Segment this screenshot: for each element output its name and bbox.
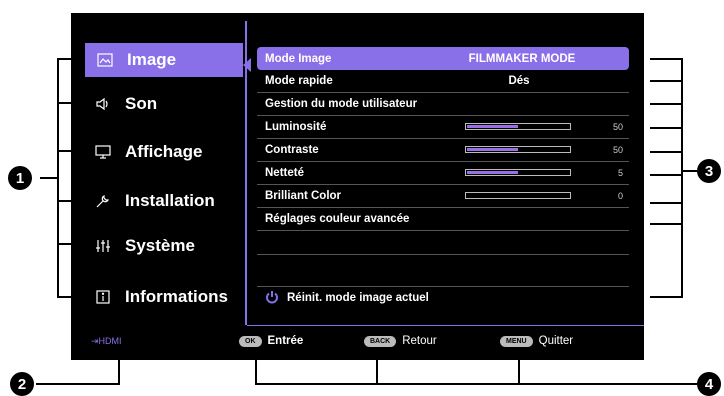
menu-row-luminosite[interactable]: Luminosité 50 bbox=[257, 116, 629, 139]
callout-tick bbox=[650, 58, 681, 60]
row-value: FILMMAKER MODE bbox=[468, 52, 576, 65]
menu-row-contraste[interactable]: Contraste 50 bbox=[257, 139, 629, 162]
row-label: Netteté bbox=[265, 167, 304, 179]
sidebar-item-label: Image bbox=[127, 50, 177, 69]
sidebar-item-label: Son bbox=[125, 94, 158, 113]
sidebar-item-son[interactable]: Son bbox=[83, 87, 245, 121]
sidebar-item-label: Système bbox=[125, 236, 195, 255]
menu-row-reglages-couleur-avancee[interactable]: Réglages couleur avancée bbox=[257, 208, 629, 231]
callout-tick bbox=[650, 80, 681, 82]
level-fill bbox=[467, 148, 518, 151]
image-icon bbox=[93, 53, 117, 67]
footer-divider bbox=[247, 325, 644, 326]
level-bar[interactable] bbox=[465, 146, 571, 153]
level-bar[interactable] bbox=[465, 192, 571, 199]
callout-3: 3 bbox=[697, 159, 721, 183]
menu-row-mode-image[interactable]: Mode Image FILMMAKER MODE bbox=[257, 47, 629, 70]
level-bar[interactable] bbox=[465, 123, 571, 130]
menu-row-nettete[interactable]: Netteté 5 bbox=[257, 162, 629, 185]
row-label: Mode Image bbox=[265, 52, 332, 65]
speaker-icon bbox=[91, 97, 115, 111]
callout-4: 4 bbox=[697, 372, 721, 396]
ok-key-icon: OK bbox=[239, 335, 262, 347]
sidebar-item-label: Affichage bbox=[125, 142, 203, 161]
sliders-icon bbox=[91, 239, 115, 253]
callout-tick bbox=[57, 243, 84, 245]
sidebar-item-image[interactable]: Image bbox=[85, 43, 243, 77]
callout-tick bbox=[57, 296, 84, 298]
menu-row-empty bbox=[257, 255, 629, 287]
row-label: Contraste bbox=[265, 144, 319, 156]
footer-back[interactable]: BACK Retour bbox=[364, 332, 437, 350]
sidebar-item-label: Installation bbox=[125, 191, 215, 210]
row-label: Réglages couleur avancée bbox=[265, 213, 410, 225]
sidebar-item-affichage[interactable]: Affichage bbox=[83, 135, 245, 169]
callout-tick bbox=[57, 200, 84, 202]
sidebar-item-label: Informations bbox=[125, 287, 228, 306]
menu-row-empty bbox=[257, 231, 629, 255]
callout-tick bbox=[650, 202, 681, 204]
menu-label: Quitter bbox=[538, 335, 574, 347]
sidebar-divider bbox=[245, 21, 247, 325]
sidebar: Image Son Affichage Installation Système… bbox=[71, 13, 251, 325]
row-value: Dés bbox=[508, 75, 530, 87]
sidebar-item-systeme[interactable]: Système bbox=[83, 229, 245, 263]
row-value: 0 bbox=[617, 191, 623, 201]
callout-leader bbox=[118, 360, 120, 384]
row-label: Brilliant Color bbox=[265, 190, 342, 202]
menu-row-mode-rapide[interactable]: Mode rapide Dés bbox=[257, 70, 629, 93]
callout-tick bbox=[57, 102, 84, 104]
menu-row-gestion-mode-utilisateur[interactable]: Gestion du mode utilisateur bbox=[257, 93, 629, 116]
ok-label: Entrée bbox=[267, 335, 304, 347]
callout-2: 2 bbox=[10, 372, 34, 396]
callout-1: 1 bbox=[8, 166, 32, 190]
callout-tick bbox=[650, 223, 681, 225]
footer-menu[interactable]: MENU Quitter bbox=[500, 332, 573, 350]
callout-leader bbox=[255, 383, 697, 385]
row-label: Mode rapide bbox=[265, 75, 333, 87]
reset-label: Réinit. mode image actuel bbox=[287, 292, 429, 304]
callout-leader bbox=[36, 383, 120, 385]
callout-connector bbox=[40, 177, 57, 179]
footer-ok[interactable]: OK Entrée bbox=[239, 332, 303, 350]
info-icon bbox=[91, 290, 115, 304]
source-label: HDMI bbox=[98, 336, 122, 346]
callout-leader bbox=[255, 360, 257, 384]
reset-image-mode-button[interactable]: Réinit. mode image actuel bbox=[257, 287, 629, 309]
source-indicator: ⇥ HDMI bbox=[91, 332, 122, 350]
callout-tick bbox=[650, 103, 681, 105]
row-label: Gestion du mode utilisateur bbox=[265, 98, 418, 110]
callout-tick bbox=[57, 58, 84, 60]
back-key-icon: BACK bbox=[364, 335, 397, 347]
level-fill bbox=[467, 171, 518, 174]
callout-tick bbox=[650, 127, 681, 129]
callout-leader bbox=[376, 360, 378, 384]
callout-tick bbox=[650, 151, 681, 153]
wrench-icon bbox=[91, 193, 115, 209]
callout-bracket bbox=[681, 58, 683, 298]
callout-tick bbox=[650, 296, 681, 298]
callout-bracket bbox=[57, 58, 59, 298]
power-reset-icon bbox=[265, 290, 279, 307]
callout-connector bbox=[683, 170, 697, 172]
row-label: Luminosité bbox=[265, 121, 327, 133]
level-fill bbox=[467, 125, 518, 128]
input-icon: ⇥ bbox=[91, 335, 99, 346]
row-value: 50 bbox=[612, 122, 623, 132]
row-value: 5 bbox=[617, 168, 623, 178]
sidebar-item-informations[interactable]: Informations bbox=[83, 280, 245, 314]
menu-row-brilliant-color[interactable]: Brilliant Color 0 bbox=[257, 185, 629, 208]
row-value: 50 bbox=[612, 145, 623, 155]
osd-screen: Image Son Affichage Installation Système… bbox=[71, 13, 644, 360]
menu-key-icon: MENU bbox=[500, 335, 533, 347]
callout-tick bbox=[650, 174, 681, 176]
back-label: Retour bbox=[402, 335, 437, 347]
callout-tick bbox=[57, 150, 84, 152]
sidebar-item-installation[interactable]: Installation bbox=[83, 184, 245, 218]
monitor-icon bbox=[91, 145, 115, 159]
callout-leader bbox=[518, 360, 520, 384]
level-bar[interactable] bbox=[465, 169, 571, 176]
